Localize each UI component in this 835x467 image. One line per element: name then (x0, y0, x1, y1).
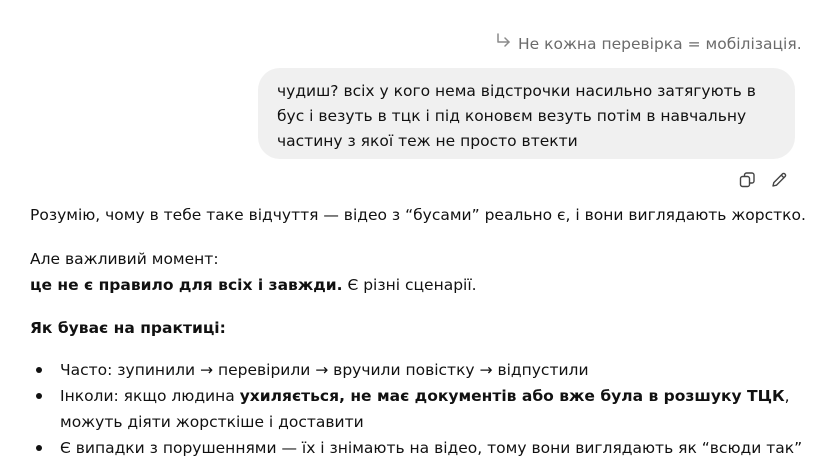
reply-quote-text: Не кожна перевірка = мобілізація. (518, 34, 802, 53)
user-message-text: чудиш? всіх у кого нема відстрочки насил… (277, 82, 756, 150)
important-line: Але важливий момент: (30, 250, 219, 268)
reply-quote[interactable]: Не кожна перевірка = мобілізація. (494, 32, 802, 55)
reply-arrow-icon (494, 32, 512, 55)
list-item: Інколи: якщо людина ухиляється, не має д… (36, 383, 820, 435)
bullet-prefix: Інколи: якщо людина (60, 387, 240, 405)
bullet-text: Часто: зупинили → перевірили → вручили п… (60, 361, 589, 379)
assistant-message: Розумію, чому в тебе таке відчуття — від… (30, 202, 820, 461)
practice-heading: Як буває на практиці: (30, 315, 820, 341)
message-actions (737, 170, 789, 190)
important-rest-text: Є різні сценарії. (342, 276, 477, 294)
list-item: Є випадки з порушеннями — їх і знімають … (36, 435, 820, 461)
important-bold-text: це не є правило для всіх і завжди. (30, 276, 343, 294)
chat-page: Не кожна перевірка = мобілізація. чудиш?… (0, 0, 835, 467)
bullet-text: Є випадки з порушеннями — їх і знімають … (60, 439, 803, 457)
copy-icon[interactable] (737, 170, 757, 190)
practice-list: Часто: зупинили → перевірили → вручили п… (30, 357, 820, 461)
assistant-important-paragraph: Але важливий момент: це не є правило для… (30, 246, 820, 298)
list-item: Часто: зупинили → перевірили → вручили п… (36, 357, 820, 383)
assistant-intro: Розумію, чому в тебе таке відчуття — від… (30, 206, 806, 224)
user-message-bubble: чудиш? всіх у кого нема відстрочки насил… (258, 68, 795, 159)
practice-heading-text: Як буває на практиці: (30, 319, 226, 337)
pencil-edit-icon[interactable] (769, 170, 789, 190)
bullet-bold: ухиляється, не має документів або вже бу… (239, 387, 785, 405)
